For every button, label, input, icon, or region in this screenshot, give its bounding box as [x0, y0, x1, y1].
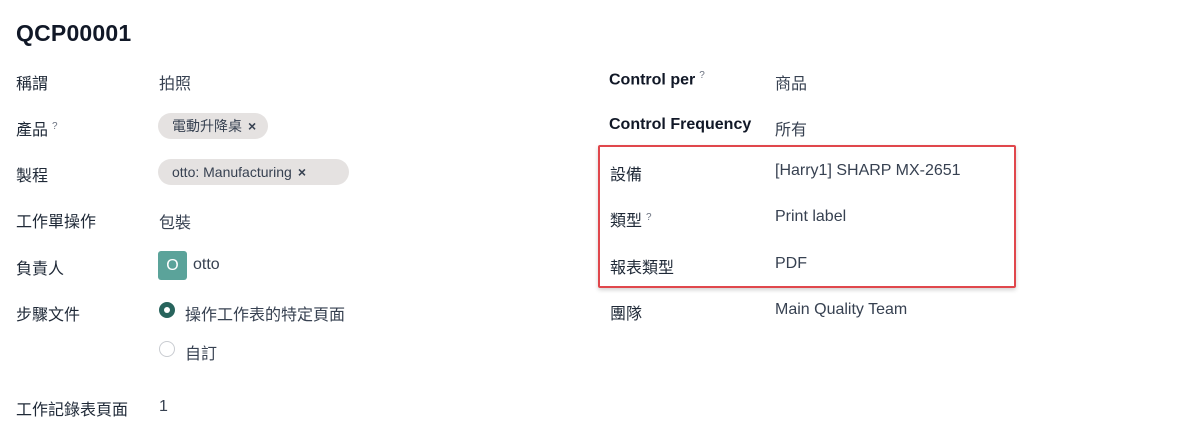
field-value-device[interactable]: [Harry1] SHARP MX-2651	[775, 162, 961, 180]
operation-tag[interactable]: otto: Manufacturing ×	[158, 159, 349, 185]
field-label-product: 產品?	[16, 116, 58, 140]
radio-custom[interactable]	[159, 341, 175, 357]
field-label-device: 設備	[610, 167, 643, 184]
field-label-operation: 製程	[16, 168, 49, 185]
close-icon[interactable]: ×	[298, 164, 306, 180]
field-label-type: 類型?	[610, 207, 652, 231]
field-label-title: 稱謂	[16, 76, 49, 93]
operation-tag-label: otto: Manufacturing	[172, 164, 292, 180]
field-label-control-per: Control per?	[609, 70, 705, 89]
field-label-report-type: 報表類型	[610, 260, 675, 277]
field-value-team[interactable]: Main Quality Team	[775, 301, 907, 319]
field-label-responsible: 負責人	[16, 261, 65, 278]
help-icon[interactable]: ?	[646, 212, 652, 223]
field-value-control-per[interactable]: 商品	[775, 70, 807, 94]
field-value-work-order[interactable]: 包裝	[159, 209, 191, 233]
help-icon[interactable]: ?	[52, 121, 58, 132]
radio-label-custom[interactable]: 自訂	[185, 340, 217, 364]
field-label-team: 團隊	[610, 306, 643, 323]
help-icon[interactable]: ?	[699, 70, 705, 81]
field-value-type[interactable]: Print label	[775, 208, 846, 226]
avatar: O	[158, 251, 187, 280]
product-label-text: 產品	[16, 122, 49, 139]
field-value-control-frequency[interactable]: 所有	[775, 116, 807, 140]
field-label-work-order: 工作單操作	[16, 214, 97, 231]
close-icon[interactable]: ×	[248, 118, 256, 134]
field-label-step-doc: 步驟文件	[16, 307, 81, 324]
type-label-text: 類型	[610, 213, 643, 230]
radio-label-specific-page[interactable]: 操作工作表的特定頁面	[185, 301, 345, 325]
field-value-report-type[interactable]: PDF	[775, 255, 807, 273]
field-label-worksheet-page: 工作記錄表頁面	[16, 402, 129, 419]
product-tag-label: 電動升降桌	[172, 118, 242, 134]
responsible-name[interactable]: otto	[193, 256, 220, 274]
product-tag[interactable]: 電動升降桌 ×	[158, 113, 269, 139]
field-value-worksheet-page[interactable]: 1	[159, 398, 168, 416]
radio-specific-page[interactable]	[159, 302, 175, 318]
record-title: QCP00001	[16, 20, 132, 46]
control-per-label-text: Control per	[609, 71, 696, 89]
field-value-title[interactable]: 拍照	[159, 70, 191, 94]
field-label-control-frequency: Control Frequency	[609, 116, 752, 133]
